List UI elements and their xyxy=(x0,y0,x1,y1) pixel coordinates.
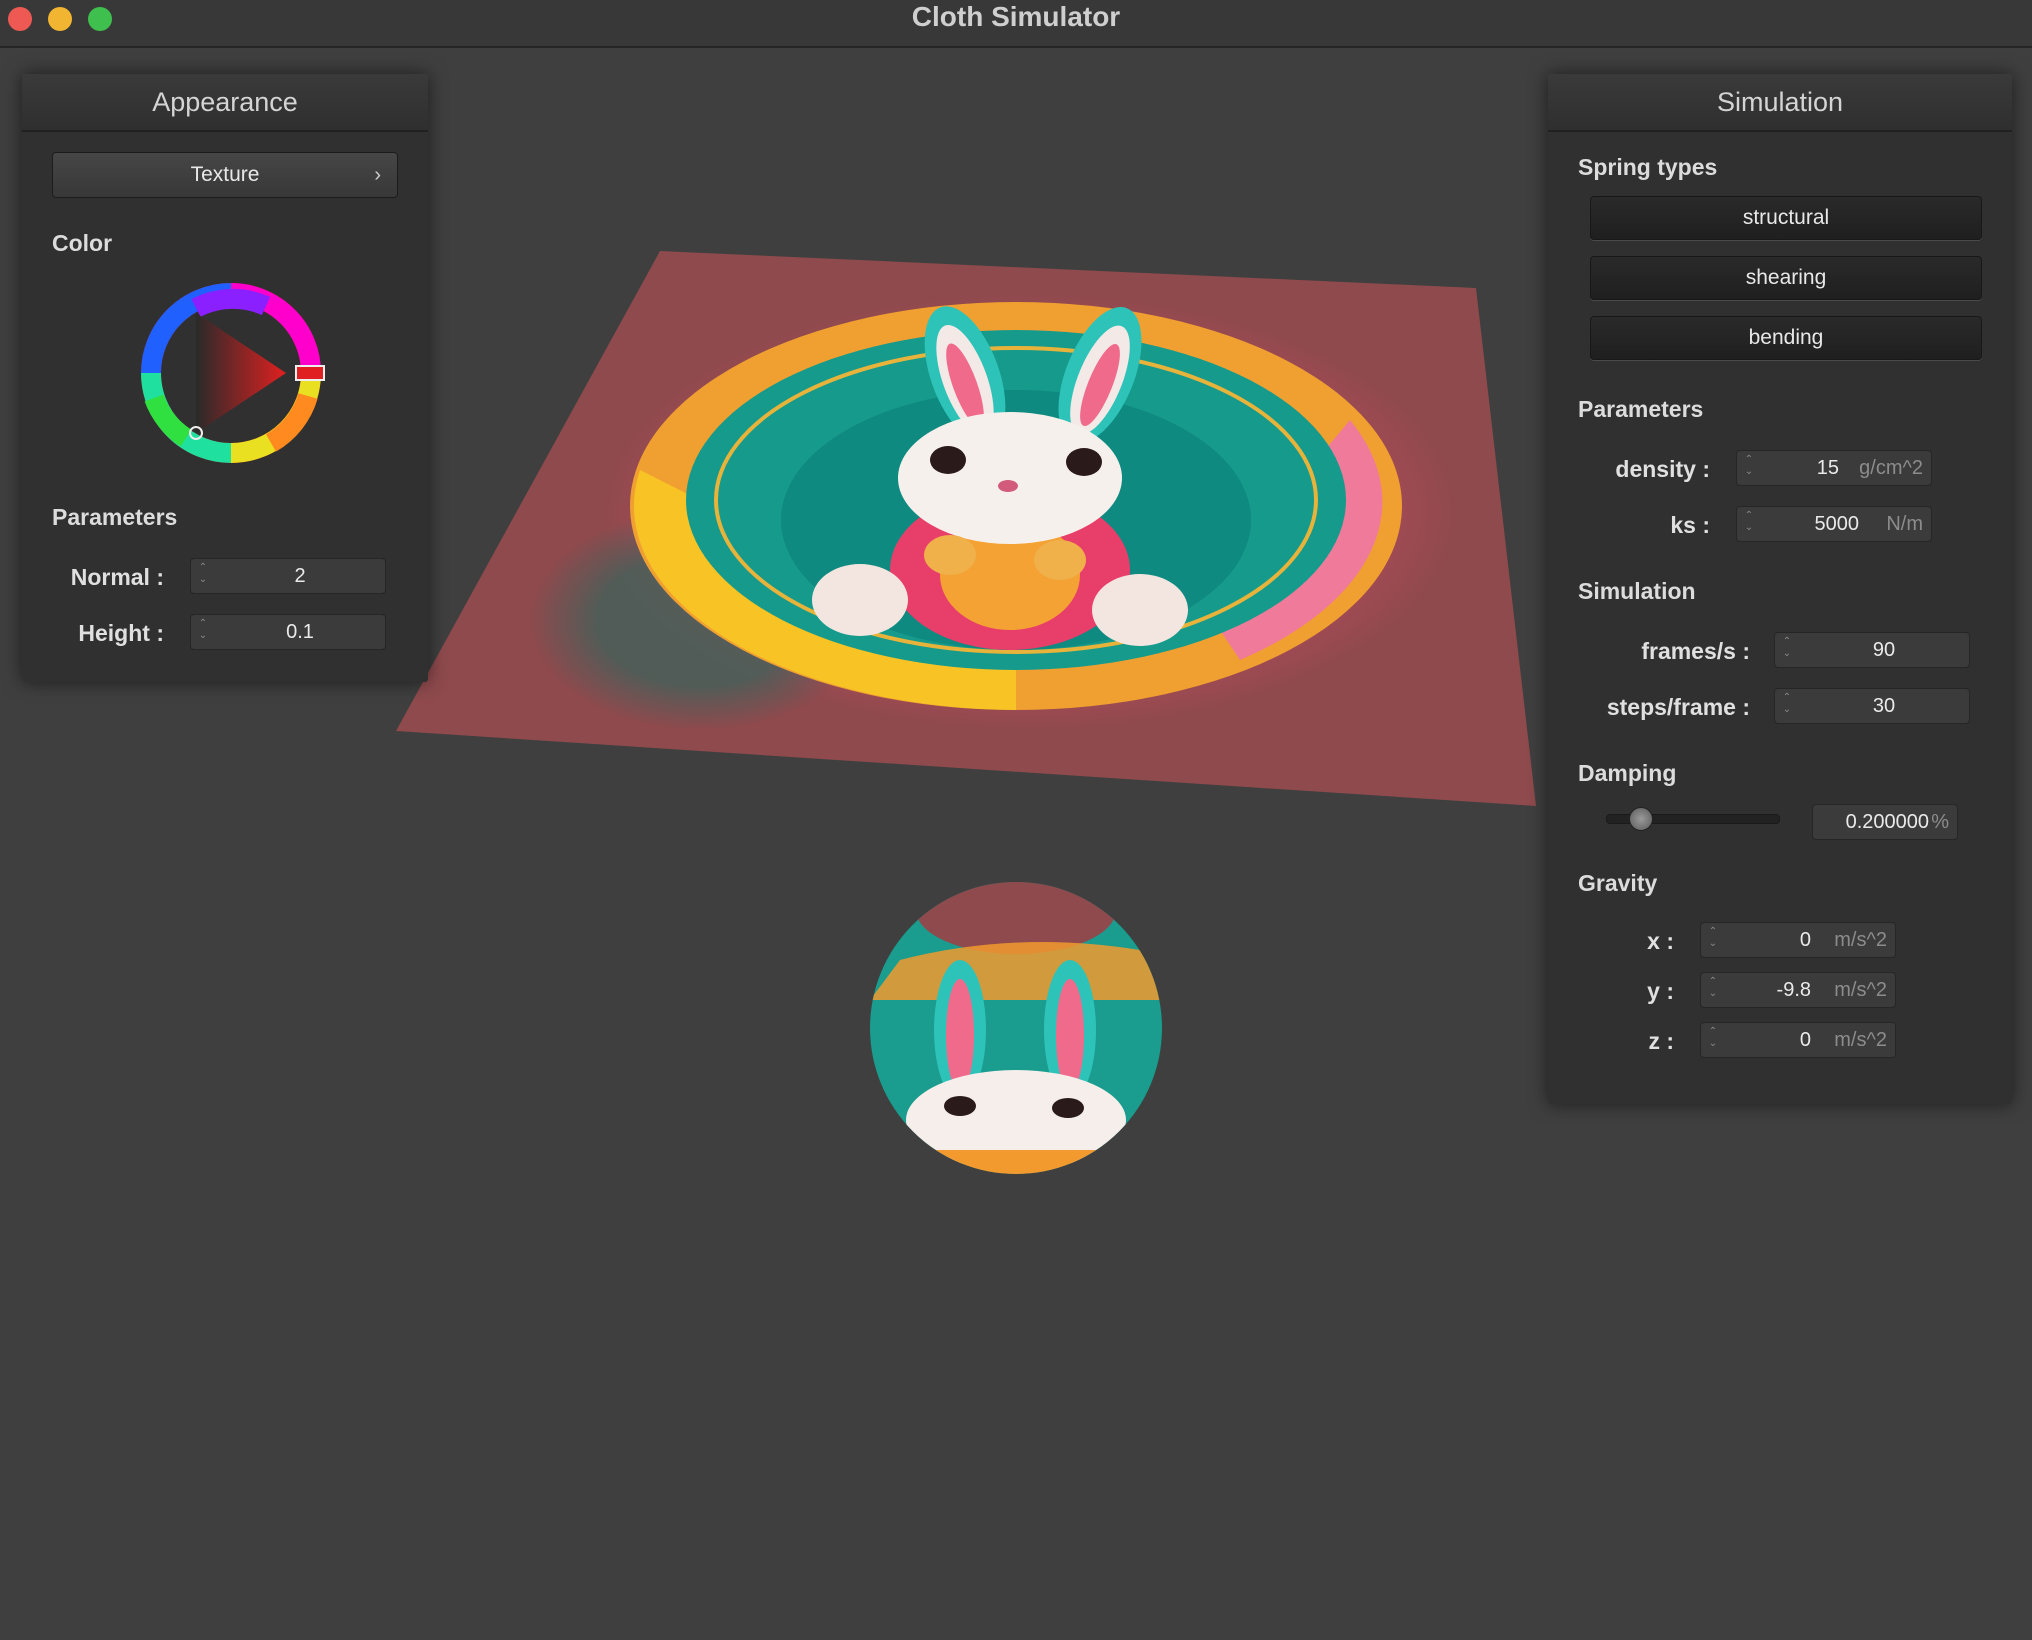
height-label: Height : xyxy=(78,620,164,646)
density-unit: g/cm^2 xyxy=(1859,457,1923,479)
gravity-x-unit: m/s^2 xyxy=(1834,929,1887,951)
gravity-z-label: z : xyxy=(1648,1028,1674,1054)
spring-types-label: Spring types xyxy=(1578,154,1718,180)
spinner-icon[interactable]: ⌃ ⌄ xyxy=(197,562,209,590)
structural-toggle[interactable]: structural xyxy=(1590,196,1982,240)
texture-button[interactable]: Texture › xyxy=(52,152,398,198)
simulation-panel: Simulation Spring types structural shear… xyxy=(1548,74,2012,1104)
spinner-icon[interactable]: ⌃ ⌄ xyxy=(1707,976,1719,1004)
window-title: Cloth Simulator xyxy=(911,1,1121,32)
normal-value: 2 xyxy=(294,565,306,587)
gravity-label: Gravity xyxy=(1578,870,1658,896)
shearing-toggle[interactable]: shearing xyxy=(1590,256,1982,300)
ks-input[interactable]: ⌃ ⌄ 5000 N/m xyxy=(1736,506,1932,542)
damping-unit: % xyxy=(1931,811,1949,833)
title-bar: Cloth Simulator xyxy=(0,0,2032,48)
color-section-label: Color xyxy=(52,230,113,256)
gravity-z-value: 0 xyxy=(1799,1029,1811,1051)
gravity-y-value: -9.8 xyxy=(1776,979,1811,1001)
damping-input[interactable]: 0.200000 % xyxy=(1812,804,1958,840)
ks-unit: N/m xyxy=(1886,513,1923,535)
simulation-parameters-label: Parameters xyxy=(1578,396,1704,422)
spinner-icon[interactable]: ⌃ ⌄ xyxy=(1707,926,1719,954)
density-value: 15 xyxy=(1816,457,1839,479)
gravity-z-unit: m/s^2 xyxy=(1834,1029,1887,1051)
sphere xyxy=(870,882,1162,1174)
gravity-z-input[interactable]: ⌃ ⌄ 0 m/s^2 xyxy=(1700,1022,1896,1058)
height-input[interactable]: ⌃ ⌄ 0.1 xyxy=(190,614,386,650)
fps-value: 90 xyxy=(1872,639,1896,661)
appearance-parameters-label: Parameters xyxy=(52,504,178,530)
simulation-section-label: Simulation xyxy=(1578,578,1696,604)
spinner-icon[interactable]: ⌃ ⌄ xyxy=(1781,636,1793,664)
fps-input[interactable]: ⌃ ⌄ 90 xyxy=(1774,632,1970,668)
gravity-x-label: x : xyxy=(1647,928,1674,954)
normal-input[interactable]: ⌃ ⌄ 2 xyxy=(190,558,386,594)
texture-button-label: Texture xyxy=(190,163,260,186)
simulation-panel-header: Simulation xyxy=(1548,74,2012,132)
damping-label: Damping xyxy=(1578,760,1677,786)
spinner-icon[interactable]: ⌃ ⌄ xyxy=(1743,454,1755,482)
color-wheel[interactable] xyxy=(136,278,326,468)
density-input[interactable]: ⌃ ⌄ 15 g/cm^2 xyxy=(1736,450,1932,486)
gravity-x-input[interactable]: ⌃ ⌄ 0 m/s^2 xyxy=(1700,922,1896,958)
ks-label: ks : xyxy=(1670,512,1710,538)
fps-label: frames/s : xyxy=(1641,638,1750,664)
gravity-y-input[interactable]: ⌃ ⌄ -9.8 m/s^2 xyxy=(1700,972,1896,1008)
ks-value: 5000 xyxy=(1814,513,1860,535)
damping-slider-handle[interactable] xyxy=(1629,807,1654,831)
damping-value: 0.200000 xyxy=(1845,811,1929,833)
density-label: density : xyxy=(1615,456,1710,482)
spinner-icon[interactable]: ⌃ ⌄ xyxy=(1781,692,1793,720)
height-value: 0.1 xyxy=(286,621,314,643)
gravity-y-unit: m/s^2 xyxy=(1834,979,1887,1001)
hue-selector xyxy=(295,365,325,381)
bending-toggle[interactable]: bending xyxy=(1590,316,1982,360)
steps-label: steps/frame : xyxy=(1606,694,1750,720)
gravity-x-value: 0 xyxy=(1799,929,1811,951)
spinner-icon[interactable]: ⌃ ⌄ xyxy=(1707,1026,1719,1054)
appearance-panel-header: Appearance xyxy=(22,74,428,132)
normal-label: Normal : xyxy=(70,564,164,590)
steps-value: 30 xyxy=(1872,695,1896,717)
appearance-panel: Appearance Texture › Color Parameters No… xyxy=(22,74,428,682)
spinner-icon[interactable]: ⌃ ⌄ xyxy=(1743,510,1755,538)
spinner-icon[interactable]: ⌃ ⌄ xyxy=(197,618,209,646)
gravity-y-label: y : xyxy=(1647,978,1674,1004)
steps-input[interactable]: ⌃ ⌄ 30 xyxy=(1774,688,1970,724)
chevron-right-icon: › xyxy=(374,164,381,186)
